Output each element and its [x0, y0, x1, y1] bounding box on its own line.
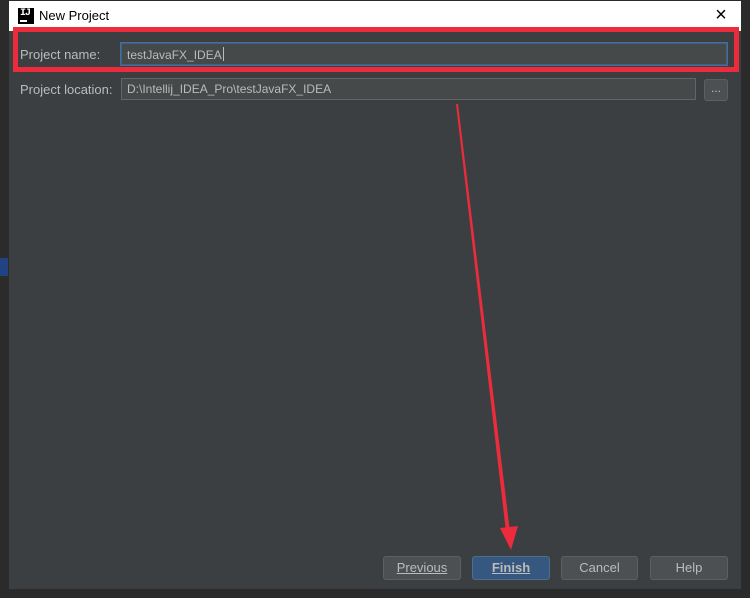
help-button[interactable]: Help	[650, 556, 728, 580]
window-title: New Project	[39, 8, 110, 23]
finish-label: Finish	[491, 560, 531, 575]
previous-button[interactable]: Previous	[383, 556, 461, 580]
intellij-app-icon: IJ	[18, 8, 34, 24]
project-location-label: Project location:	[20, 82, 113, 97]
project-location-input[interactable]: D:\Intellij_IDEA_Pro\testJavaFX_IDEA	[121, 78, 696, 100]
project-location-value: D:\Intellij_IDEA_Pro\testJavaFX_IDEA	[127, 82, 332, 96]
app-icon-text: IJ	[20, 8, 31, 19]
finish-button[interactable]: Finish	[472, 556, 550, 580]
previous-label: Previous	[396, 560, 448, 575]
cancel-button[interactable]: Cancel	[561, 556, 638, 580]
browse-button[interactable]: ...	[704, 79, 728, 101]
new-project-dialog: IJ New Project × Project name: testJavaF…	[8, 0, 742, 590]
close-icon[interactable]: ×	[711, 5, 731, 25]
annotation-highlight-box	[13, 27, 739, 72]
